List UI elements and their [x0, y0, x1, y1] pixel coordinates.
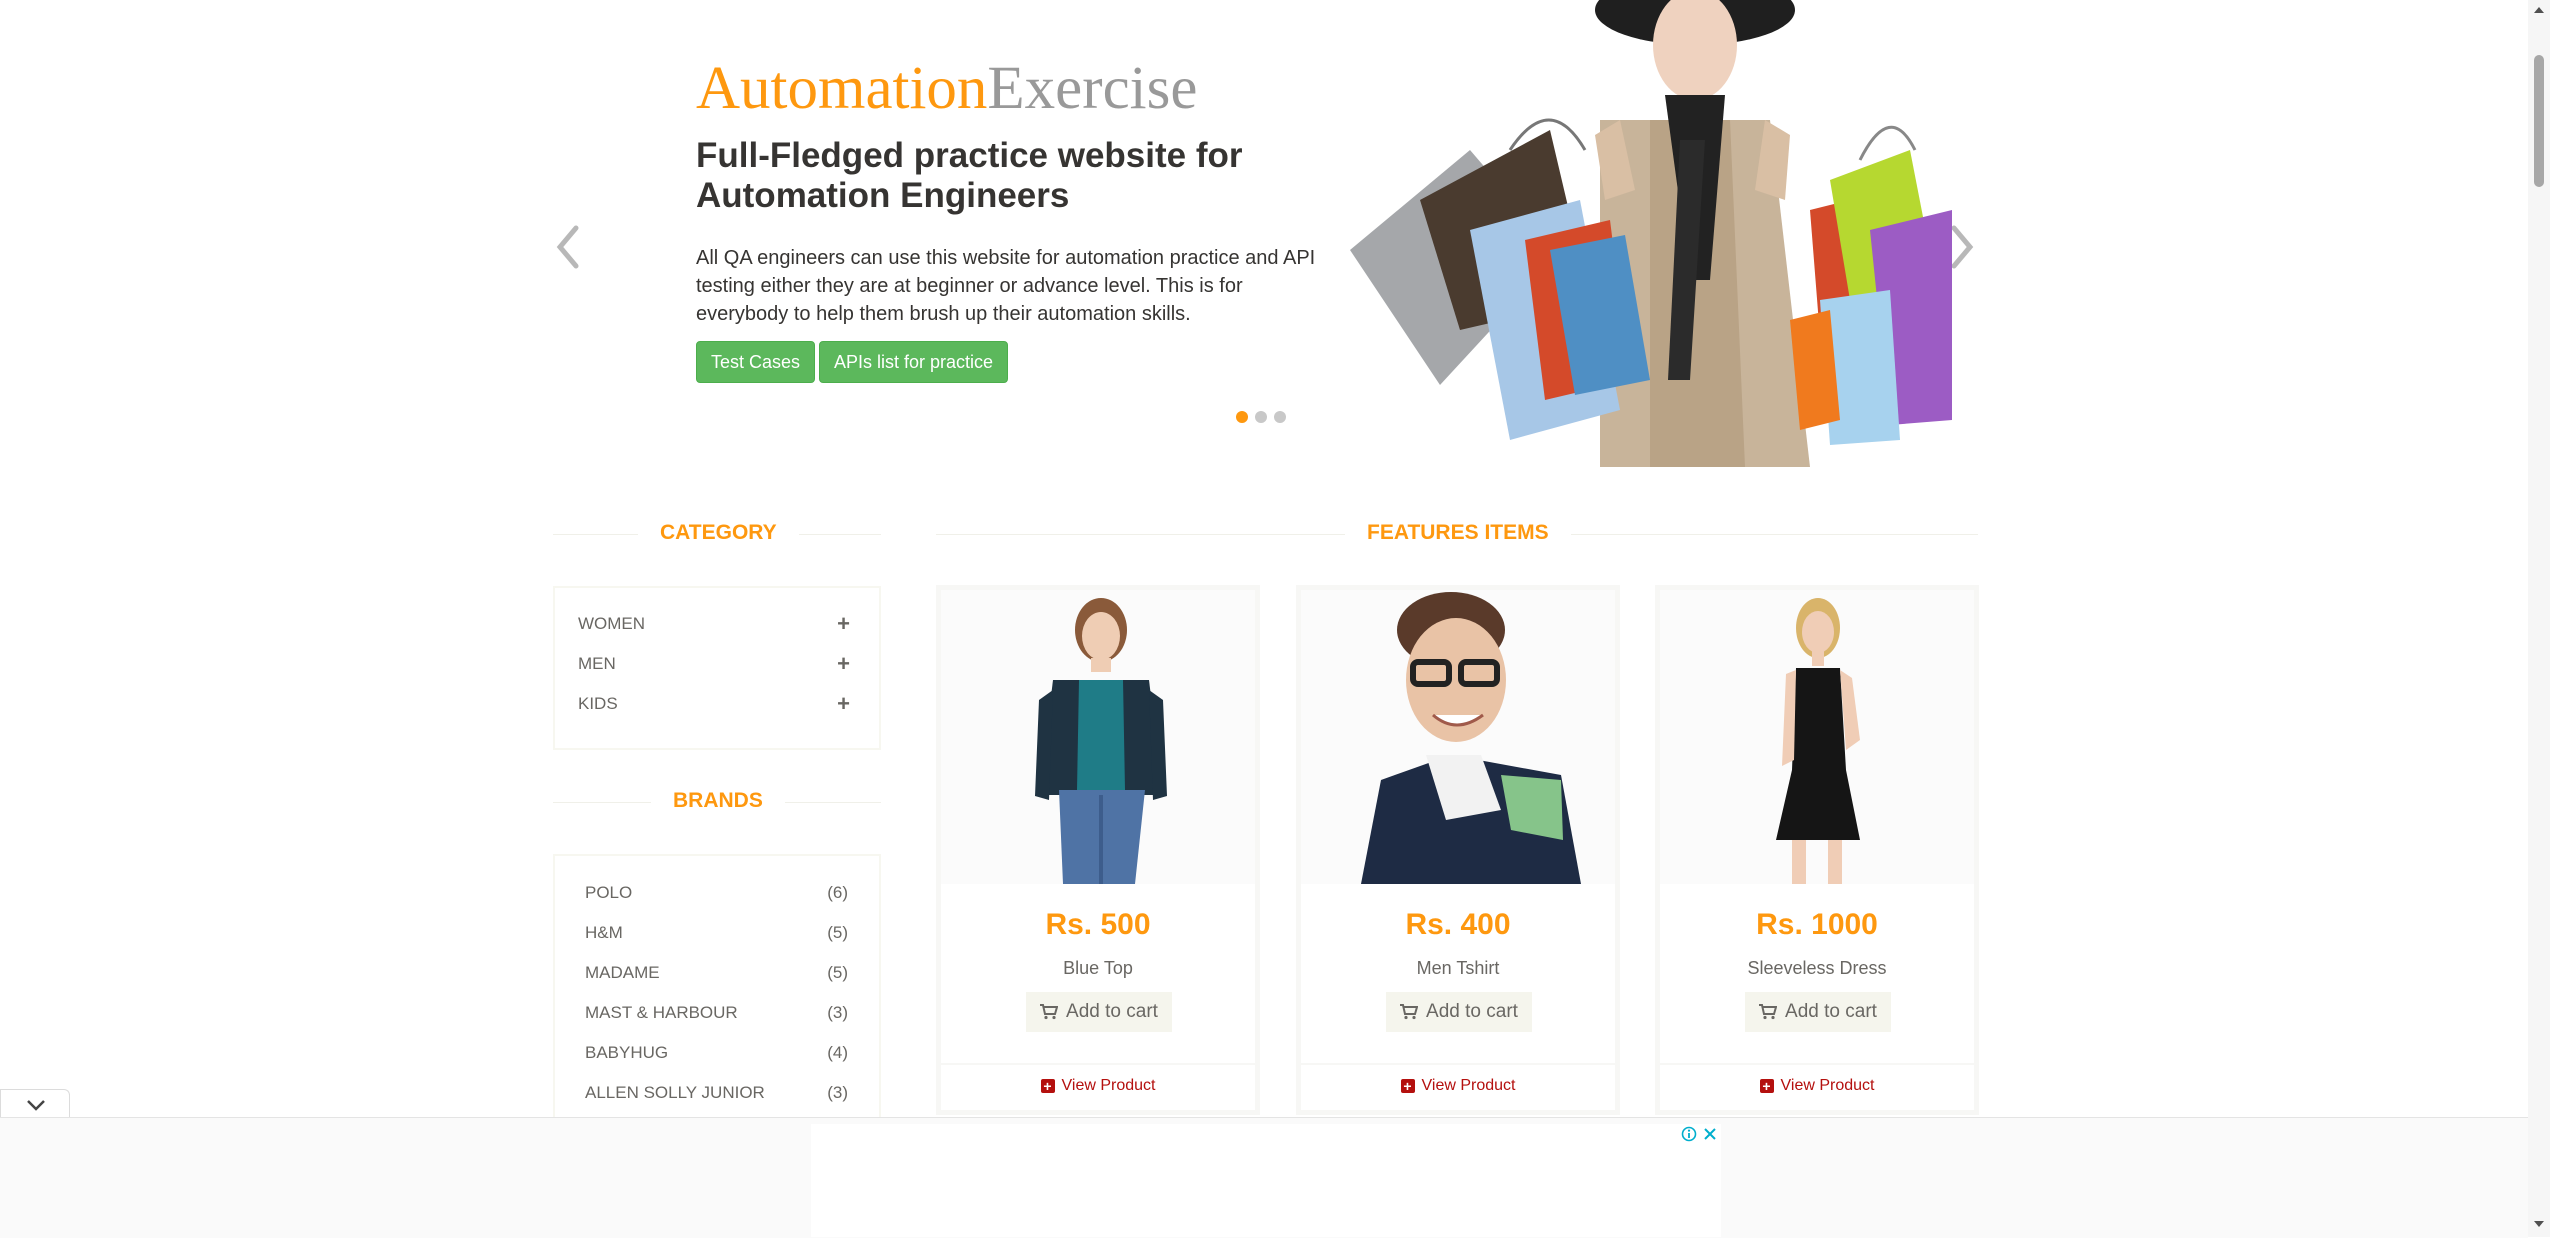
brand-item-hm[interactable]: H&M (5) — [585, 918, 848, 948]
category-item-label: Women — [578, 614, 646, 633]
brand-count: (4) — [827, 1043, 848, 1062]
features-title: Features Items — [1345, 521, 1571, 545]
plus-icon: + — [837, 611, 850, 636]
cart-icon — [1400, 1004, 1419, 1020]
scroll-down-arrow-icon[interactable] — [2533, 1220, 2545, 1228]
hero-shopping-girl-image — [1350, 0, 1952, 467]
brand-label: MAST & HARBOUR — [585, 1003, 738, 1022]
brand-label: MADAME — [585, 963, 660, 982]
add-to-cart-label: Add to cart — [1785, 1001, 1877, 1022]
product-card-men-tshirt: Rs. 400 Men Tshirt Add to cart + View Pr… — [1296, 585, 1620, 1115]
product-photo-sleeveless-dress — [1776, 598, 1860, 884]
hero-brand-logo: AutomationExercise — [696, 58, 1197, 119]
apis-list-button[interactable]: APIs list for practice — [819, 341, 1008, 383]
cart-icon — [1759, 1004, 1778, 1020]
product-name: Men Tshirt — [1416, 958, 1500, 978]
plus-icon: + — [837, 691, 850, 716]
product-card-sleeveless-dress: Rs. 1000 Sleeveless Dress Add to cart + … — [1655, 585, 1979, 1115]
product-name: Sleeveless Dress — [1747, 958, 1887, 978]
carousel-dot[interactable] — [1255, 411, 1267, 423]
view-product-label: View Product — [1421, 1077, 1516, 1094]
category-item-label: Kids — [578, 694, 618, 713]
add-to-cart-label: Add to cart — [1426, 1001, 1518, 1022]
brand-label: H&M — [585, 923, 623, 942]
category-item-men[interactable]: Men + — [578, 649, 850, 679]
product-name: Blue Top — [1063, 958, 1133, 978]
brand-count: (5) — [827, 963, 848, 982]
brand-item-babyhug[interactable]: BABYHUG (4) — [585, 1038, 848, 1068]
brand-item-madame[interactable]: MADAME (5) — [585, 958, 848, 988]
view-product-link[interactable]: + View Product — [1301, 1077, 1615, 1095]
add-to-cart-button[interactable]: Add to cart — [1386, 992, 1532, 1032]
ad-info-icon[interactable] — [1681, 1126, 1697, 1147]
scroll-up-arrow-icon[interactable] — [2533, 6, 2545, 14]
brand-count: (5) — [827, 923, 848, 942]
hero-description: All QA engineers can use this website fo… — [696, 247, 1316, 325]
brand-count: (3) — [827, 1003, 848, 1022]
product-price: Rs. 400 — [1405, 908, 1511, 941]
view-product-link[interactable]: + View Product — [941, 1077, 1255, 1095]
product-card-blue-top: Rs. 500 Blue Top Add to cart + View Prod… — [936, 585, 1260, 1115]
card-divider — [1660, 1063, 1974, 1065]
product-image — [1301, 590, 1615, 884]
plus-square-icon: + — [1400, 1079, 1415, 1093]
category-title: Category — [638, 521, 799, 545]
hero-title: Full-Fledged practice website for Automa… — [696, 136, 1243, 215]
product-photo-men-tshirt — [1361, 592, 1581, 884]
brand-part-1: Automation — [696, 55, 988, 122]
brand-part-2: Exercise — [987, 55, 1198, 122]
scrollbar-thumb[interactable] — [2534, 55, 2544, 187]
view-product-label: View Product — [1061, 1077, 1156, 1094]
product-price: Rs. 500 — [1045, 908, 1151, 941]
test-cases-button[interactable]: Test Cases — [696, 341, 815, 383]
brands-title: Brands — [651, 789, 785, 813]
brand-count: (3) — [827, 1083, 848, 1102]
card-divider — [941, 1063, 1255, 1065]
brand-label: ALLEN SOLLY JUNIOR — [585, 1083, 765, 1102]
brand-label: BABYHUG — [585, 1043, 669, 1062]
ad-collapse-button[interactable] — [0, 1089, 70, 1119]
ad-content — [811, 1124, 1721, 1237]
brand-item-polo[interactable]: POLO (6) — [585, 878, 848, 908]
card-divider — [1301, 1063, 1615, 1065]
plus-icon: + — [837, 651, 850, 676]
chevron-left-icon — [556, 225, 579, 269]
plus-square-icon: + — [1759, 1079, 1774, 1093]
shopping-girl-illustration — [1350, 0, 1952, 467]
product-photo-blue-top — [1035, 598, 1167, 884]
brand-label: POLO — [585, 883, 633, 902]
plus-square-icon: + — [1040, 1079, 1055, 1093]
brand-item-mast-harbour[interactable]: MAST & HARBOUR (3) — [585, 998, 848, 1028]
brand-item-allen-solly-junior[interactable]: ALLEN SOLLY JUNIOR (3) — [585, 1078, 848, 1108]
product-price: Rs. 1000 — [1756, 908, 1878, 941]
product-image — [1660, 590, 1974, 884]
add-to-cart-button[interactable]: Add to cart — [1745, 992, 1891, 1032]
ad-close-icon[interactable] — [1702, 1126, 1718, 1147]
carousel-prev-button[interactable] — [550, 220, 584, 274]
carousel-indicators — [1236, 411, 1286, 423]
view-product-label: View Product — [1780, 1077, 1875, 1094]
cart-icon — [1040, 1004, 1059, 1020]
product-image — [941, 590, 1255, 884]
chevron-down-icon — [27, 1100, 45, 1111]
view-product-link[interactable]: + View Product — [1660, 1077, 1974, 1095]
category-item-kids[interactable]: Kids + — [578, 689, 850, 719]
add-to-cart-label: Add to cart — [1066, 1001, 1158, 1022]
add-to-cart-button[interactable]: Add to cart — [1026, 992, 1172, 1032]
category-item-women[interactable]: Women + — [578, 609, 850, 639]
category-item-label: Men — [578, 654, 616, 673]
brand-count: (6) — [827, 883, 848, 902]
page-scrollbar[interactable] — [2528, 0, 2550, 1237]
carousel-dot[interactable] — [1274, 411, 1286, 423]
carousel-dot[interactable] — [1236, 411, 1248, 423]
